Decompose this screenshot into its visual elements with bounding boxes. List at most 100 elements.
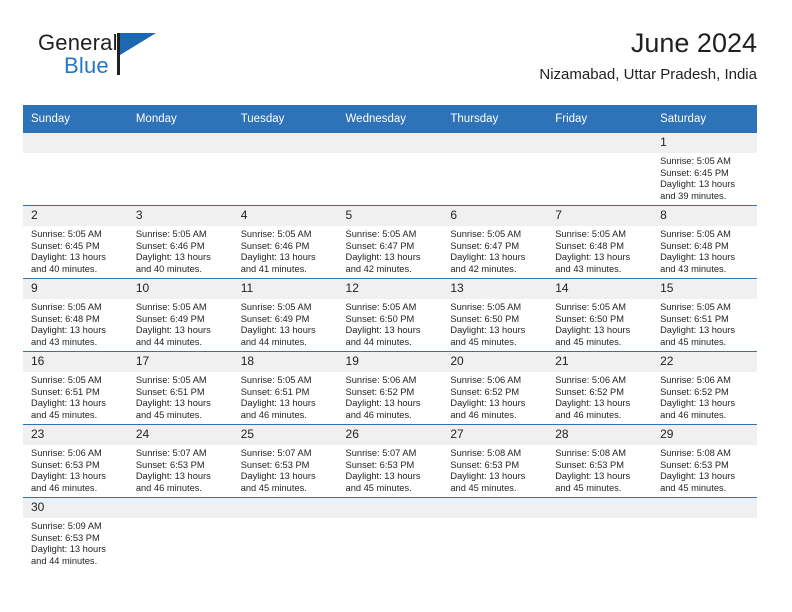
calendar-day-cell: 26 Sunrise: 5:07 AM Sunset: 6:53 PM Dayligh…	[337, 424, 443, 498]
day-details: Sunrise: 5:06 AM Sunset: 6:52 PM Daylight:…	[442, 372, 547, 421]
sunrise-text: Sunrise: 5:05 AM	[660, 302, 731, 312]
sunrise-text: Sunrise: 5:05 AM	[660, 229, 731, 239]
daylight-text: Daylight: 13 hours and 42 minutes.	[345, 252, 421, 274]
day-details: Sunrise: 5:06 AM Sunset: 6:53 PM Daylight:…	[23, 445, 128, 494]
day-details: Sunrise: 5:08 AM Sunset: 6:53 PM Daylight:…	[547, 445, 652, 494]
day-number	[442, 498, 548, 518]
sunrise-text: Sunrise: 5:05 AM	[450, 229, 522, 239]
daylight-text: Daylight: 13 hours and 45 minutes.	[555, 471, 631, 493]
daylight-text: Daylight: 13 hours and 45 minutes.	[240, 471, 316, 493]
day-number	[337, 133, 443, 153]
sunrise-text: Sunrise: 5:05 AM	[135, 302, 207, 312]
daylight-text: Daylight: 13 hours and 46 minutes.	[450, 398, 526, 420]
location-subtitle: Nizamabad, Uttar Pradesh, India	[539, 66, 757, 83]
day-number	[127, 133, 233, 153]
day-number: 4	[232, 206, 338, 226]
sunset-text: Sunset: 6:51 PM	[240, 386, 310, 397]
daylight-text: Daylight: 13 hours and 46 minutes.	[240, 398, 316, 420]
day-details: Sunrise: 5:05 AM Sunset: 6:48 PM Daylight:…	[652, 226, 757, 275]
day-number: 2	[23, 206, 128, 226]
day-details: Sunrise: 5:06 AM Sunset: 6:52 PM Daylight:…	[338, 372, 443, 421]
daylight-text: Daylight: 13 hours and 45 minutes.	[345, 471, 421, 493]
sunrise-text: Sunrise: 5:08 AM	[450, 448, 522, 458]
day-details: Sunrise: 5:08 AM Sunset: 6:53 PM Daylight:…	[442, 445, 547, 494]
sunrise-text: Sunrise: 5:05 AM	[345, 302, 417, 312]
day-number: 24	[127, 425, 233, 445]
day-number: 19	[337, 352, 443, 372]
day-number: 5	[337, 206, 443, 226]
weekday-header-sunday: Sunday	[23, 105, 128, 133]
calendar-week-row: 23 Sunrise: 5:06 AM Sunset: 6:53 PM Dayligh…	[23, 424, 757, 498]
calendar-day-cell: 15 Sunrise: 5:05 AM Sunset: 6:51 PM Dayligh…	[652, 278, 757, 352]
calendar-day-cell: 7 Sunrise: 5:05 AM Sunset: 6:48 PM Daylight…	[547, 205, 653, 279]
sunrise-text: Sunrise: 5:07 AM	[135, 448, 207, 458]
sunset-text: Sunset: 6:47 PM	[450, 240, 520, 251]
sunrise-text: Sunrise: 5:09 AM	[31, 521, 102, 531]
general-blue-logo[interactable]: General Blue	[38, 30, 198, 86]
sunset-text: Sunset: 6:50 PM	[345, 313, 415, 324]
daylight-text: Daylight: 13 hours and 39 minutes.	[660, 179, 735, 201]
sunrise-text: Sunrise: 5:05 AM	[31, 229, 102, 239]
calendar-day-cell: 14 Sunrise: 5:05 AM Sunset: 6:50 PM Dayligh…	[547, 278, 653, 352]
sunrise-text: Sunrise: 5:05 AM	[31, 375, 102, 385]
sunset-text: Sunset: 6:53 PM	[31, 532, 100, 543]
sunrise-text: Sunrise: 5:05 AM	[345, 229, 417, 239]
calendar-day-cell: 12 Sunrise: 5:05 AM Sunset: 6:50 PM Dayligh…	[337, 278, 443, 352]
day-details: Sunrise: 5:05 AM Sunset: 6:49 PM Daylight:…	[128, 299, 233, 348]
calendar-week-row: 16 Sunrise: 5:05 AM Sunset: 6:51 PM Dayligh…	[23, 351, 757, 425]
day-number: 20	[442, 352, 548, 372]
title-block: June 2024 Nizamabad, Uttar Pradesh, Indi…	[539, 26, 757, 86]
sunset-text: Sunset: 6:52 PM	[555, 386, 624, 397]
logo-text-blue: Blue	[64, 53, 109, 78]
calendar-day-cell: 5 Sunrise: 5:05 AM Sunset: 6:47 PM Daylight…	[337, 205, 443, 279]
sunrise-text: Sunrise: 5:06 AM	[660, 375, 731, 385]
sunrise-text: Sunrise: 5:05 AM	[660, 156, 731, 166]
sunrise-text: Sunrise: 5:08 AM	[660, 448, 731, 458]
day-number: 30	[23, 498, 128, 518]
weekday-header-tuesday: Tuesday	[232, 105, 338, 133]
logo-flag-icon	[120, 33, 156, 55]
daylight-text: Daylight: 13 hours and 40 minutes.	[135, 252, 211, 274]
daylight-text: Daylight: 13 hours and 46 minutes.	[345, 398, 421, 420]
calendar-day-cell: 20 Sunrise: 5:06 AM Sunset: 6:52 PM Dayligh…	[442, 351, 548, 425]
day-number: 18	[232, 352, 338, 372]
day-number: 16	[23, 352, 128, 372]
day-details: Sunrise: 5:05 AM Sunset: 6:50 PM Daylight:…	[338, 299, 443, 348]
day-number	[232, 133, 338, 153]
calendar-day-cell: 10 Sunrise: 5:05 AM Sunset: 6:49 PM Dayligh…	[127, 278, 233, 352]
page-header: General Blue June 2024 Nizamabad, Uttar …	[23, 26, 757, 98]
calendar-week-row: 2 Sunrise: 5:05 AM Sunset: 6:45 PM Daylight…	[23, 205, 757, 279]
day-details: Sunrise: 5:05 AM Sunset: 6:51 PM Daylight:…	[23, 372, 128, 421]
day-details: Sunrise: 5:05 AM Sunset: 6:50 PM Daylight:…	[442, 299, 547, 348]
day-number: 3	[127, 206, 233, 226]
day-number: 10	[127, 279, 233, 299]
day-details: Sunrise: 5:05 AM Sunset: 6:51 PM Daylight:…	[233, 372, 338, 421]
day-number: 22	[652, 352, 757, 372]
daylight-text: Daylight: 13 hours and 46 minutes.	[555, 398, 631, 420]
daylight-text: Daylight: 13 hours and 40 minutes.	[31, 252, 106, 274]
calendar-day-cell: 6 Sunrise: 5:05 AM Sunset: 6:47 PM Daylight…	[442, 205, 548, 279]
sunrise-text: Sunrise: 5:05 AM	[135, 375, 207, 385]
day-details: Sunrise: 5:08 AM Sunset: 6:53 PM Daylight:…	[652, 445, 757, 494]
calendar-day-cell: 21 Sunrise: 5:06 AM Sunset: 6:52 PM Dayligh…	[547, 351, 653, 425]
calendar-header-row-group: Sunday Monday Tuesday Wednesday Thursday…	[23, 105, 757, 133]
day-details: Sunrise: 5:05 AM Sunset: 6:47 PM Daylight:…	[338, 226, 443, 275]
sunrise-text: Sunrise: 5:06 AM	[555, 375, 627, 385]
day-number: 1	[652, 133, 757, 153]
weekday-header-thursday: Thursday	[442, 105, 548, 133]
day-number: 28	[547, 425, 653, 445]
calendar-day-cell: 23 Sunrise: 5:06 AM Sunset: 6:53 PM Dayligh…	[23, 424, 128, 498]
calendar-cell-empty	[442, 497, 548, 570]
daylight-text: Daylight: 13 hours and 45 minutes.	[450, 325, 526, 347]
sunrise-text: Sunrise: 5:06 AM	[450, 375, 522, 385]
daylight-text: Daylight: 13 hours and 45 minutes.	[660, 325, 735, 347]
day-number: 21	[547, 352, 653, 372]
sunset-text: Sunset: 6:45 PM	[660, 167, 729, 178]
day-number: 27	[442, 425, 548, 445]
daylight-text: Daylight: 13 hours and 44 minutes.	[31, 544, 106, 566]
day-number: 29	[652, 425, 757, 445]
calendar-week-row: 30 Sunrise: 5:09 AM Sunset: 6:53 PM Dayligh…	[23, 497, 757, 570]
day-number: 7	[547, 206, 653, 226]
calendar-day-cell: 29 Sunrise: 5:08 AM Sunset: 6:53 PM Dayligh…	[652, 424, 757, 498]
calendar-cell-empty	[652, 497, 757, 570]
